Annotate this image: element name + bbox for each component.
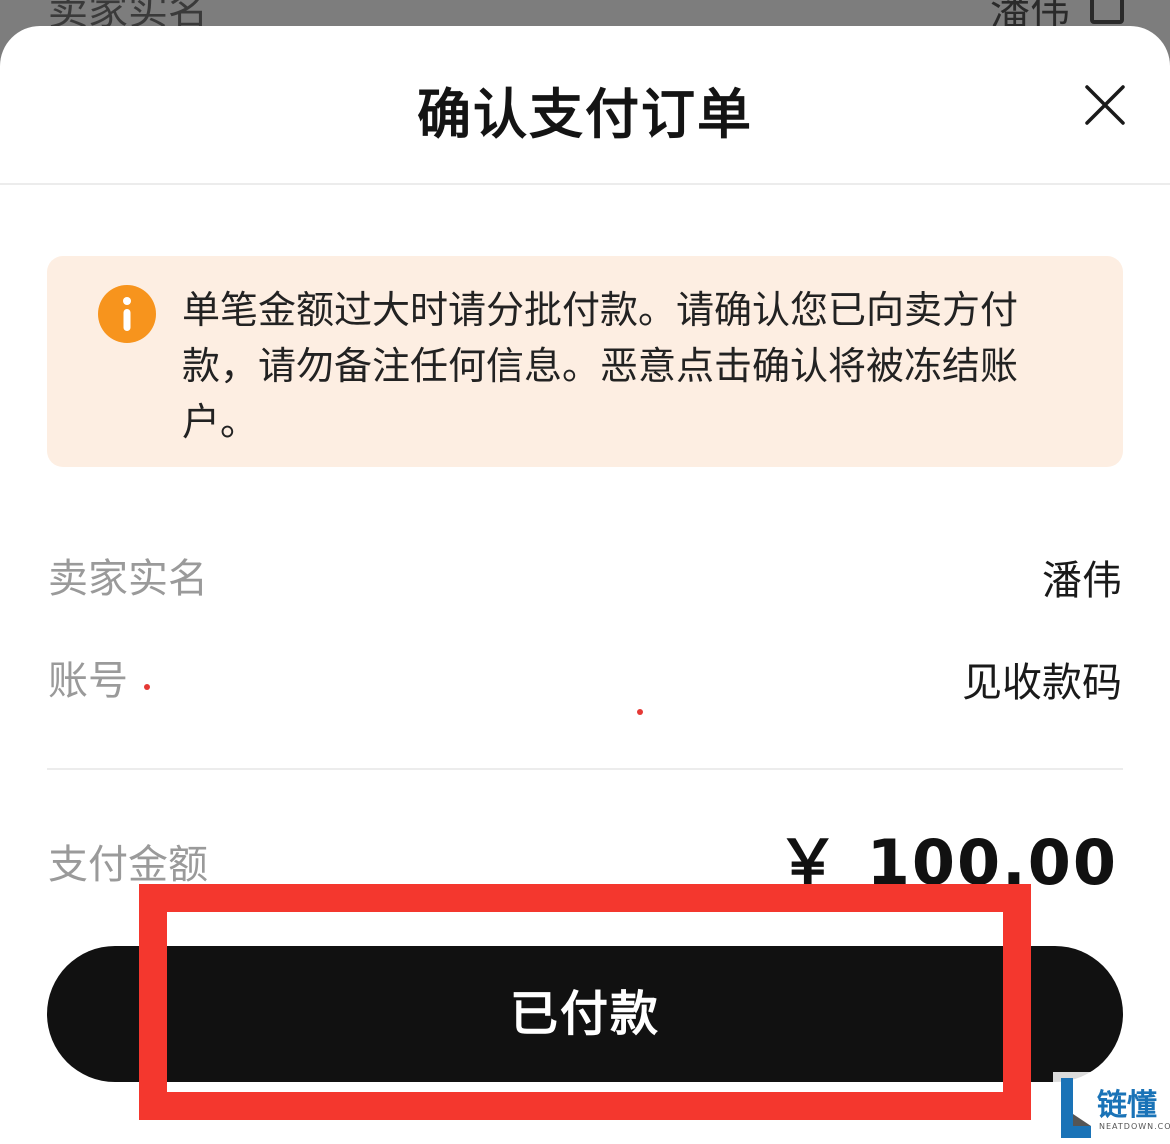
seller-name-label: 卖家实名 xyxy=(48,556,208,602)
paid-button[interactable]: 已付款 xyxy=(47,946,1123,1082)
watermark-domain: NEATDOWN.COM xyxy=(1099,1122,1170,1131)
screen: 卖家实名 潘伟 确认支付订单 单笔金额过大时请分批付款。请确认您已向卖方付款，请… xyxy=(0,0,1170,1144)
red-dot xyxy=(144,684,150,690)
close-button[interactable] xyxy=(1084,84,1126,126)
page-title: 确认支付订单 xyxy=(417,83,753,146)
divider xyxy=(47,768,1123,770)
sheet-header: 确认支付订单 xyxy=(0,26,1170,185)
amount-number: 100.00 xyxy=(866,826,1118,899)
copy-icon[interactable] xyxy=(1090,0,1124,24)
currency-symbol: ￥ xyxy=(776,826,841,899)
red-dot xyxy=(637,709,643,715)
payment-amount-label: 支付金额 xyxy=(48,842,208,888)
seller-name-value: 潘伟 xyxy=(1042,558,1122,604)
close-icon xyxy=(1085,85,1125,125)
confirm-payment-sheet: 确认支付订单 单笔金额过大时请分批付款。请确认您已向卖方付款，请勿备注任何信息。… xyxy=(0,26,1170,1144)
logo-l-icon xyxy=(1061,1078,1091,1138)
account-label: 账号 xyxy=(48,658,128,704)
info-icon xyxy=(98,285,156,343)
account-value: 见收款码 xyxy=(962,660,1122,706)
notice-text: 单笔金额过大时请分批付款。请确认您已向卖方付款，请勿备注任何信息。恶意点击确认将… xyxy=(182,288,1019,444)
notice-box: 单笔金额过大时请分批付款。请确认您已向卖方付款，请勿备注任何信息。恶意点击确认将… xyxy=(47,256,1123,467)
watermark-logo: 链懂 NEATDOWN.COM xyxy=(1053,1072,1170,1144)
payment-amount-value: ￥ 100.00 xyxy=(777,812,1118,902)
watermark-name: 链懂 xyxy=(1097,1088,1157,1123)
